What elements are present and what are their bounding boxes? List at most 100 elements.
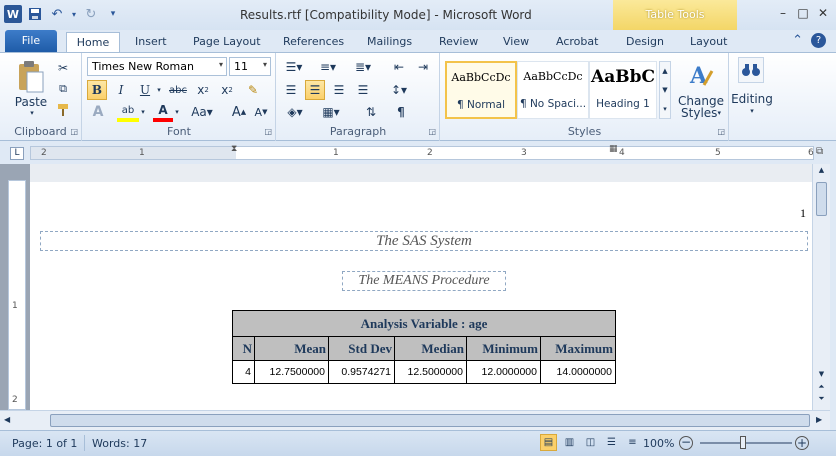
bullets-button[interactable]: ☰▾ <box>281 57 307 77</box>
zoom-in-icon[interactable]: + <box>795 436 809 450</box>
numbering-button[interactable]: ≡▾ <box>315 57 341 77</box>
tab-review[interactable]: Review <box>439 32 478 52</box>
text-effects-button[interactable]: A <box>87 102 109 122</box>
scroll-up-icon[interactable]: ▲ <box>815 166 828 178</box>
change-styles-icon[interactable]: A <box>681 59 721 93</box>
table-cell[interactable]: 12.7500000 <box>254 360 329 384</box>
show-formatting-marks-button[interactable]: ¶ <box>391 102 411 122</box>
zoom-level[interactable]: 100% <box>643 437 674 450</box>
multilevel-list-button[interactable]: ≣▾ <box>349 57 377 77</box>
horizontal-scrollbar[interactable]: ◀ ▶ <box>0 410 830 430</box>
minimize-button[interactable]: – <box>774 4 792 22</box>
font-name-dropdown-icon[interactable]: ▾ <box>219 60 223 69</box>
column-header[interactable]: Mean <box>254 336 329 361</box>
minimize-ribbon-icon[interactable]: ⌃ <box>792 33 803 48</box>
tab-references[interactable]: References <box>283 32 344 52</box>
print-layout-view-icon[interactable]: ▤ <box>540 434 557 451</box>
zoom-out-icon[interactable]: − <box>679 436 693 450</box>
previous-page-icon[interactable]: ⏶ <box>815 382 828 394</box>
shading-button[interactable]: ◈▾ <box>281 102 309 122</box>
save-icon[interactable] <box>26 5 44 23</box>
scroll-left-icon[interactable]: ◀ <box>4 415 10 424</box>
align-right-button[interactable]: ☰ <box>329 80 349 100</box>
change-case-button[interactable]: Aa▾ <box>189 102 215 122</box>
help-icon[interactable]: ? <box>811 33 826 48</box>
tab-view[interactable]: View <box>503 32 529 52</box>
tab-home[interactable]: Home <box>66 32 120 52</box>
font-name-box[interactable]: Times New Roman ▾ <box>87 57 227 76</box>
column-header[interactable]: Minimum <box>466 336 541 361</box>
word-app-icon[interactable]: W <box>4 5 22 23</box>
tab-acrobat[interactable]: Acrobat <box>556 32 598 52</box>
horizontal-scroll-thumb[interactable] <box>50 414 810 427</box>
scroll-down-icon[interactable]: ▼ <box>815 370 828 382</box>
word-count-status[interactable]: Words: 17 <box>92 437 147 450</box>
customize-qat-icon[interactable]: ▾ <box>104 5 122 23</box>
results-table[interactable]: Analysis Variable : age N Mean Std Dev M… <box>232 310 616 384</box>
grow-font-button[interactable]: A ▲ <box>229 102 249 122</box>
table-caption[interactable]: Analysis Variable : age <box>232 310 616 337</box>
tab-selector-icon[interactable]: L <box>10 147 24 160</box>
outline-view-icon[interactable]: ☰ <box>603 434 620 451</box>
vertical-scroll-thumb[interactable] <box>816 182 827 216</box>
strikethrough-button[interactable]: abc <box>167 80 189 100</box>
editing-dropdown-icon[interactable]: ▾ <box>730 106 774 116</box>
table-cell[interactable]: 4 <box>232 360 255 384</box>
zoom-slider-track[interactable] <box>700 442 792 444</box>
italic-button[interactable]: I <box>111 80 131 100</box>
procedure-title[interactable]: The MEANS Procedure <box>342 271 506 291</box>
align-left-button[interactable]: ☰ <box>281 80 301 100</box>
column-header[interactable]: N <box>232 336 255 361</box>
vertical-ruler[interactable]: 1 2 <box>8 180 26 410</box>
table-cell[interactable]: 12.5000000 <box>394 360 467 384</box>
paragraph-launcher-icon[interactable]: ◲ <box>428 127 436 136</box>
borders-button[interactable]: ▦▾ <box>317 102 345 122</box>
tab-layout[interactable]: Layout <box>690 32 727 52</box>
format-painter-icon[interactable] <box>54 101 72 119</box>
bold-button[interactable]: B <box>87 80 107 100</box>
table-cell[interactable]: 0.9574271 <box>328 360 395 384</box>
style-normal[interactable]: AaBbCcDc ¶ Normal <box>445 61 517 119</box>
font-size-dropdown-icon[interactable]: ▾ <box>263 60 267 69</box>
font-size-box[interactable]: 11 ▾ <box>229 57 271 76</box>
increase-indent-button[interactable]: ⇥ <box>413 57 433 77</box>
tab-mailings[interactable]: Mailings <box>367 32 412 52</box>
table-column-marker[interactable]: ▦ <box>609 144 619 154</box>
style-no-spacing[interactable]: AaBbCcDc ¶ No Spaci... <box>517 61 589 119</box>
underline-button[interactable]: U <box>135 80 155 100</box>
document-title[interactable]: The SAS System <box>40 231 808 251</box>
paste-button-label[interactable]: Paste <box>14 95 48 109</box>
underline-dropdown-icon[interactable]: ▾ <box>155 80 163 100</box>
column-header[interactable]: Maximum <box>540 336 616 361</box>
undo-dropdown-icon[interactable]: ▾ <box>70 5 78 23</box>
tab-page-layout[interactable]: Page Layout <box>193 32 261 52</box>
copy-icon[interactable]: ⧉ <box>54 80 72 98</box>
font-launcher-icon[interactable]: ◲ <box>264 127 272 136</box>
paste-dropdown-icon[interactable]: ▾ <box>28 109 36 117</box>
font-color-button[interactable]: A <box>153 102 173 122</box>
undo-icon[interactable]: ↶ <box>48 5 66 23</box>
maximize-button[interactable]: □ <box>794 4 812 22</box>
superscript-button[interactable]: x2 <box>217 80 237 100</box>
column-header[interactable]: Std Dev <box>328 336 395 361</box>
vertical-scrollbar[interactable]: ▲ ▼ ⏶ ⏷ <box>812 164 830 410</box>
styles-launcher-icon[interactable]: ◲ <box>717 127 725 136</box>
highlight-color-button[interactable]: ab <box>117 102 139 122</box>
binoculars-icon[interactable] <box>738 57 764 83</box>
web-layout-icon[interactable]: ◫ <box>582 434 599 451</box>
styles-gallery-scroll[interactable]: ▲ ▼ ▾ <box>659 61 671 119</box>
clipboard-launcher-icon[interactable]: ◲ <box>70 127 78 136</box>
align-center-button[interactable]: ☰ <box>305 80 325 100</box>
indent-marker[interactable]: ⧗ <box>231 144 241 162</box>
draft-view-icon[interactable]: ≡ <box>624 434 641 451</box>
highlight-dropdown-icon[interactable]: ▾ <box>139 102 147 122</box>
scroll-right-icon[interactable]: ▶ <box>816 415 822 424</box>
shrink-font-button[interactable]: A ▼ <box>251 102 271 122</box>
subscript-button[interactable]: x2 <box>193 80 213 100</box>
tab-design[interactable]: Design <box>626 32 664 52</box>
editing-label[interactable]: Editing <box>730 92 774 106</box>
style-heading-1[interactable]: AaBbC Heading 1 <box>589 61 657 119</box>
line-spacing-button[interactable]: ↕▾ <box>385 80 413 100</box>
table-cell[interactable]: 14.0000000 <box>540 360 616 384</box>
sort-button[interactable]: ⇅ <box>361 102 381 122</box>
